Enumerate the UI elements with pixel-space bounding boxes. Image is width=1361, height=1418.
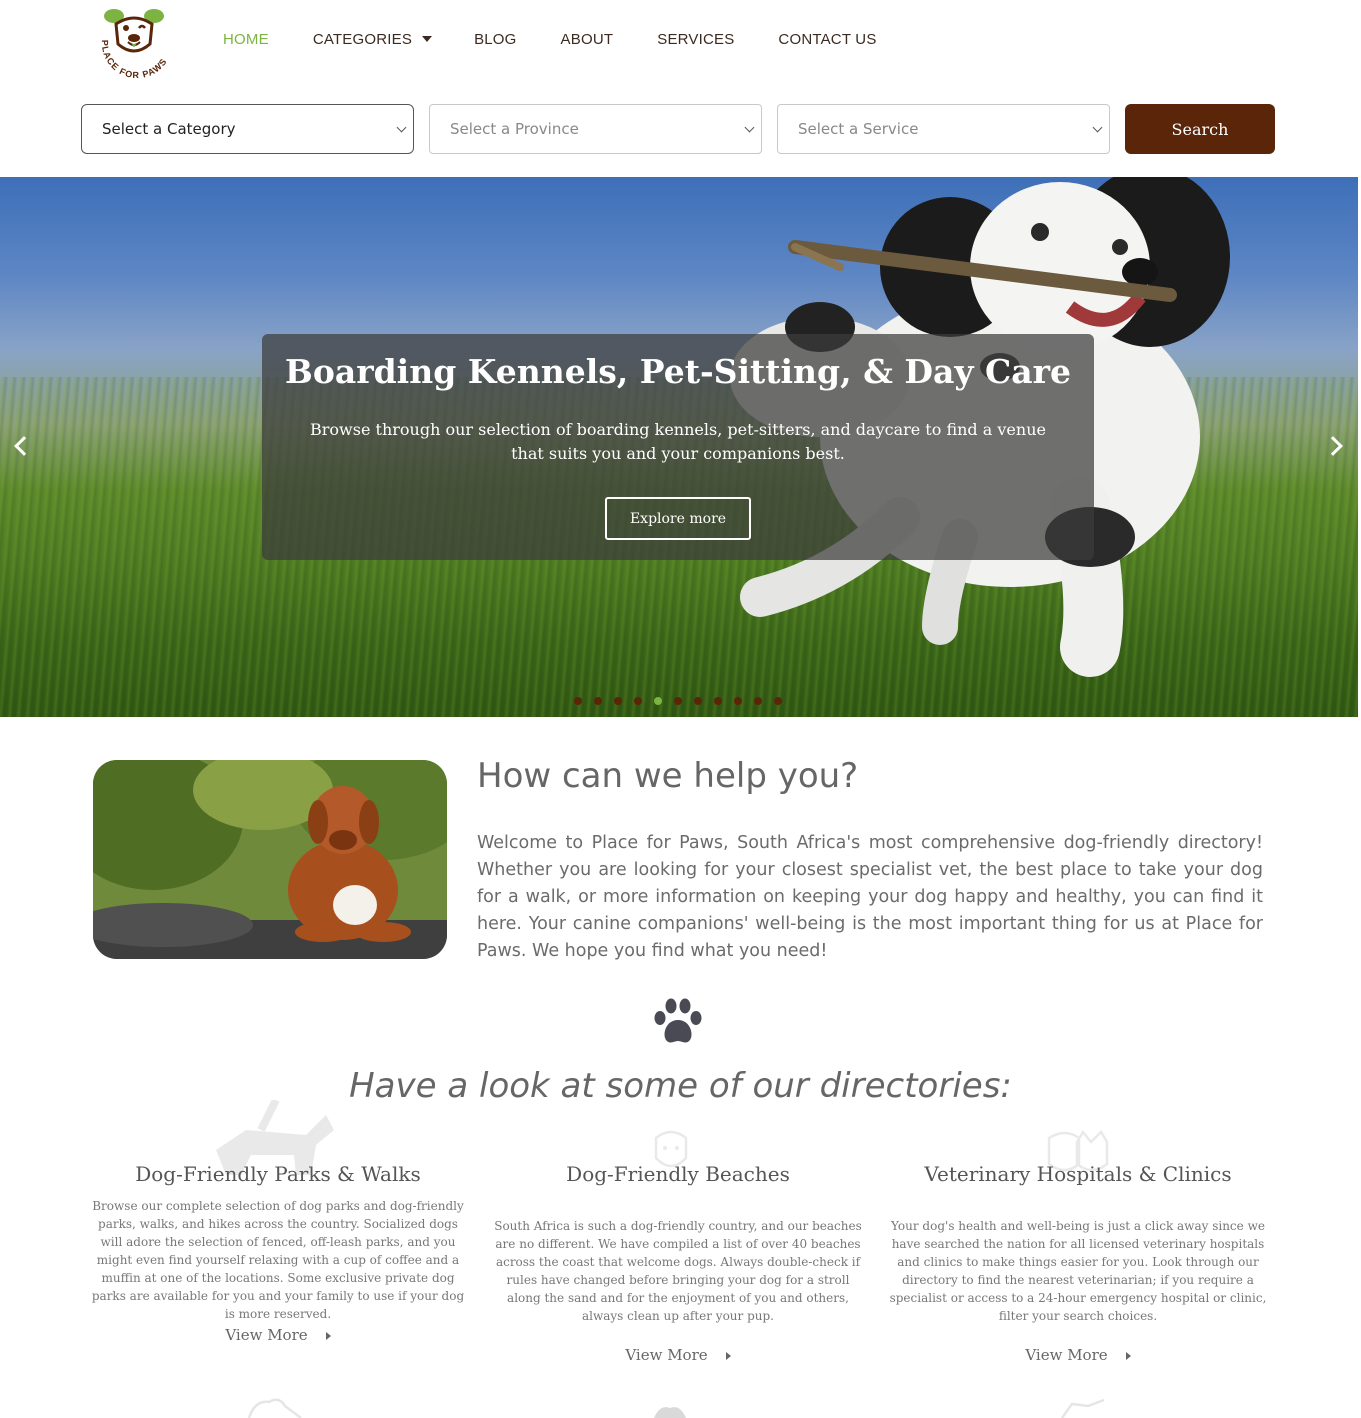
hero-slider: Boarding Kennels, Pet-Sitting, & Day Car…: [0, 177, 1358, 717]
directories-heading: Have a look at some of our directories:: [349, 1066, 1012, 1106]
faint-pet-icon: [1060, 1398, 1105, 1418]
slider-dot[interactable]: [774, 697, 782, 705]
slider-dot[interactable]: [654, 697, 662, 705]
category-select-value: Select a Category: [102, 120, 236, 138]
nav-contact[interactable]: CONTACT US: [778, 28, 876, 50]
explore-more-button[interactable]: Explore more: [605, 497, 751, 540]
paw-print-icon: [654, 998, 702, 1043]
slider-dot[interactable]: [574, 697, 582, 705]
nav-blog[interactable]: BLOG: [474, 28, 516, 50]
nav-categories[interactable]: CATEGORIES: [312, 28, 433, 50]
puppy-image: [93, 760, 447, 959]
caret-right-icon: [1125, 1352, 1131, 1360]
slider-dot[interactable]: [714, 697, 722, 705]
view-more-label: View More: [625, 1346, 708, 1364]
directory-vets-title: Veterinary Hospitals & Clinics: [924, 1162, 1232, 1186]
view-more-label: View More: [1025, 1346, 1108, 1364]
slider-dot[interactable]: [734, 697, 742, 705]
slider-dot[interactable]: [694, 697, 702, 705]
hero-title: Boarding Kennels, Pet-Sitting, & Day Car…: [284, 352, 1072, 391]
help-text: Welcome to Place for Paws, South Africa'…: [477, 833, 1263, 961]
slider-dot[interactable]: [674, 697, 682, 705]
chevron-down-icon: [1092, 122, 1103, 133]
nav-categories-label: CATEGORIES: [312, 30, 413, 48]
slider-dot[interactable]: [614, 697, 622, 705]
faint-paw-icon: [654, 1407, 686, 1418]
search-button[interactable]: Search: [1125, 104, 1275, 154]
faint-dog-icon: [247, 1398, 302, 1418]
slider-dots: [574, 697, 782, 705]
hero-caption: Boarding Kennels, Pet-Sitting, & Day Car…: [262, 334, 1094, 560]
slider-dot[interactable]: [754, 697, 762, 705]
caret-down-icon: [422, 36, 433, 42]
nav-services[interactable]: SERVICES: [657, 28, 734, 50]
directory-parks-title: Dog-Friendly Parks & Walks: [135, 1162, 421, 1186]
directory-beaches-title: Dog-Friendly Beaches: [566, 1162, 790, 1186]
hero-text: Browse through our selection of boarding…: [310, 420, 1046, 463]
province-select[interactable]: Select a Province: [429, 104, 762, 154]
nav-home[interactable]: HOME: [223, 28, 269, 50]
slider-dot[interactable]: [634, 697, 642, 705]
help-title: How can we help you?: [477, 756, 859, 796]
chevron-down-icon: [396, 122, 407, 133]
directory-vets-text: Your dog's health and well-being is just…: [889, 1219, 1267, 1323]
directory-beaches-text: South Africa is such a dog-friendly coun…: [494, 1219, 862, 1323]
service-select-value: Select a Service: [798, 120, 919, 138]
vets-view-more-link[interactable]: View More: [888, 1346, 1268, 1364]
caret-right-icon: [325, 1332, 331, 1340]
province-select-value: Select a Province: [450, 120, 579, 138]
service-select[interactable]: Select a Service: [777, 104, 1110, 154]
category-select[interactable]: Select a Category: [81, 104, 414, 154]
nav-about[interactable]: ABOUT: [561, 28, 614, 50]
view-more-label: View More: [225, 1326, 308, 1344]
caret-right-icon: [725, 1352, 731, 1360]
chevron-down-icon: [744, 122, 755, 133]
main-nav: HOME CATEGORIES BLOG ABOUT SERVICES CONT…: [223, 28, 877, 50]
beaches-view-more-link[interactable]: View More: [488, 1346, 868, 1364]
site-logo[interactable]: PLACE FOR PAWS: [92, 4, 188, 80]
site-header: PLACE FOR PAWS HOME CATEGORIES BLOG ABOU…: [0, 0, 1361, 88]
directory-parks-text: Browse our complete selection of dog par…: [91, 1199, 465, 1321]
parks-view-more-link[interactable]: View More: [88, 1326, 468, 1344]
slider-dot[interactable]: [594, 697, 602, 705]
